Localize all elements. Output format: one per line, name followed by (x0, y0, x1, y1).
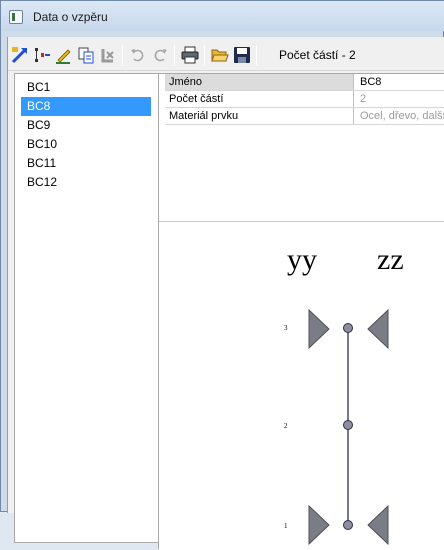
toolbar-separator (256, 45, 257, 65)
edit-icon[interactable] (54, 45, 74, 65)
list-item-bc8[interactable]: BC8 (21, 97, 151, 116)
property-label: Materiál prvku (165, 108, 354, 124)
print-icon[interactable] (180, 45, 200, 65)
node-2[interactable] (343, 420, 353, 430)
property-label: Jméno (165, 74, 354, 90)
diagram-canvas: yy zz 3 2 1 (284, 243, 404, 546)
new-icon[interactable] (10, 45, 30, 65)
property-value-name[interactable]: BC8 (356, 74, 444, 90)
buckling-diagram: yy zz 3 2 1 (159, 224, 444, 550)
title-bar: Data o vzpěru (1, 1, 444, 31)
label-zz: zz (377, 243, 404, 276)
list-item-bc11[interactable]: BC11 (21, 154, 151, 173)
node-3[interactable] (343, 323, 353, 333)
delete-icon[interactable] (98, 45, 118, 65)
list-item-bc12[interactable]: BC12 (21, 173, 151, 192)
property-value-material[interactable]: Ocel, dřevo, další (356, 108, 444, 124)
toolbar-separator (174, 45, 175, 65)
support-zz-top (367, 308, 389, 350)
save-icon[interactable] (232, 45, 252, 65)
list-item-bc1[interactable]: BC1 (21, 78, 151, 97)
window-title: Data o vzpěru (33, 10, 108, 24)
undo-icon[interactable] (128, 45, 148, 65)
property-value-part-count[interactable]: 2 (356, 91, 444, 107)
redo-icon[interactable] (150, 45, 170, 65)
property-row-material[interactable]: Materiál prvku Ocel, dřevo, další (165, 108, 444, 125)
property-grid: Jméno BC8 Počet částí 2 Materiál prvku O… (159, 74, 444, 222)
list-item-bc9[interactable]: BC9 (21, 116, 151, 135)
property-row-part-count[interactable]: Počet částí 2 (165, 91, 444, 108)
toolbar: Počet částí - 2 (8, 37, 444, 71)
client-area: Počet částí - 2 BC1 BC8 BC9 BC10 BC11 BC… (7, 37, 444, 550)
app-icon (9, 10, 23, 24)
list-item-bc10[interactable]: BC10 (21, 135, 151, 154)
part-count-label: Počet částí - 2 (279, 48, 356, 62)
node-label-1: 1 (284, 522, 288, 530)
toolbar-separator (204, 45, 205, 65)
toolbar-separator (122, 45, 123, 65)
split-icon[interactable] (32, 45, 52, 65)
property-label: Počet částí (165, 91, 354, 107)
label-yy: yy (287, 243, 317, 276)
node-label-2: 2 (284, 422, 288, 430)
property-row-name[interactable]: Jméno BC8 (165, 74, 444, 91)
copy-icon[interactable] (76, 45, 96, 65)
node-1[interactable] (343, 520, 353, 530)
buckling-list[interactable]: BC1 BC8 BC9 BC10 BC11 BC12 (14, 73, 160, 543)
support-yy-top (308, 308, 330, 350)
node-label-3: 3 (284, 324, 288, 332)
detail-panel: Jméno BC8 Počet částí 2 Materiál prvku O… (158, 73, 444, 550)
open-icon[interactable] (210, 45, 230, 65)
window: Data o vzpěru Počet částí - 2 BC1 BC8 BC… (0, 0, 444, 550)
